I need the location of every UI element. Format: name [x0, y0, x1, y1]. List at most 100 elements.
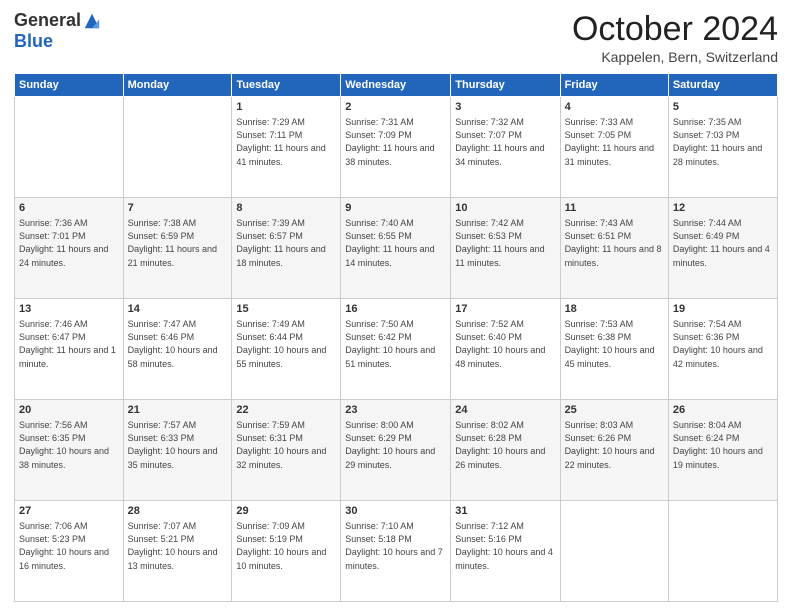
day-cell-3-3: 23Sunrise: 8:00 AM Sunset: 6:29 PM Dayli… — [341, 400, 451, 501]
day-info: Sunrise: 7:54 AM Sunset: 6:36 PM Dayligh… — [673, 318, 773, 370]
day-info: Sunrise: 7:49 AM Sunset: 6:44 PM Dayligh… — [236, 318, 336, 370]
day-cell-1-6: 12Sunrise: 7:44 AM Sunset: 6:49 PM Dayli… — [668, 198, 777, 299]
day-number: 19 — [673, 302, 773, 317]
header: General Blue October 2024 Kappelen, Bern… — [14, 10, 778, 65]
day-info: Sunrise: 7:56 AM Sunset: 6:35 PM Dayligh… — [19, 419, 119, 471]
day-cell-4-6 — [668, 501, 777, 602]
day-number: 8 — [236, 201, 336, 216]
week-row-5: 27Sunrise: 7:06 AM Sunset: 5:23 PM Dayli… — [15, 501, 778, 602]
logo-blue-text: Blue — [14, 31, 53, 52]
day-cell-0-1 — [123, 97, 232, 198]
day-info: Sunrise: 7:32 AM Sunset: 7:07 PM Dayligh… — [455, 116, 555, 168]
header-tuesday: Tuesday — [232, 74, 341, 97]
day-cell-3-5: 25Sunrise: 8:03 AM Sunset: 6:26 PM Dayli… — [560, 400, 668, 501]
day-cell-4-0: 27Sunrise: 7:06 AM Sunset: 5:23 PM Dayli… — [15, 501, 124, 602]
day-number: 6 — [19, 201, 119, 216]
day-cell-0-2: 1Sunrise: 7:29 AM Sunset: 7:11 PM Daylig… — [232, 97, 341, 198]
logo: General Blue — [14, 10, 101, 52]
day-number: 14 — [128, 302, 228, 317]
header-sunday: Sunday — [15, 74, 124, 97]
day-number: 20 — [19, 403, 119, 418]
day-number: 16 — [345, 302, 446, 317]
day-number: 15 — [236, 302, 336, 317]
day-cell-0-6: 5Sunrise: 7:35 AM Sunset: 7:03 PM Daylig… — [668, 97, 777, 198]
week-row-4: 20Sunrise: 7:56 AM Sunset: 6:35 PM Dayli… — [15, 400, 778, 501]
day-info: Sunrise: 7:44 AM Sunset: 6:49 PM Dayligh… — [673, 217, 773, 269]
day-cell-2-6: 19Sunrise: 7:54 AM Sunset: 6:36 PM Dayli… — [668, 299, 777, 400]
day-info: Sunrise: 7:35 AM Sunset: 7:03 PM Dayligh… — [673, 116, 773, 168]
day-cell-2-5: 18Sunrise: 7:53 AM Sunset: 6:38 PM Dayli… — [560, 299, 668, 400]
day-info: Sunrise: 7:33 AM Sunset: 7:05 PM Dayligh… — [565, 116, 664, 168]
day-cell-1-4: 10Sunrise: 7:42 AM Sunset: 6:53 PM Dayli… — [451, 198, 560, 299]
day-cell-3-1: 21Sunrise: 7:57 AM Sunset: 6:33 PM Dayli… — [123, 400, 232, 501]
header-friday: Friday — [560, 74, 668, 97]
day-number: 11 — [565, 201, 664, 216]
day-cell-3-0: 20Sunrise: 7:56 AM Sunset: 6:35 PM Dayli… — [15, 400, 124, 501]
header-thursday: Thursday — [451, 74, 560, 97]
day-number: 25 — [565, 403, 664, 418]
day-cell-4-5 — [560, 501, 668, 602]
day-info: Sunrise: 7:09 AM Sunset: 5:19 PM Dayligh… — [236, 520, 336, 572]
day-info: Sunrise: 7:42 AM Sunset: 6:53 PM Dayligh… — [455, 217, 555, 269]
day-info: Sunrise: 7:46 AM Sunset: 6:47 PM Dayligh… — [19, 318, 119, 370]
day-number: 31 — [455, 504, 555, 519]
day-info: Sunrise: 7:10 AM Sunset: 5:18 PM Dayligh… — [345, 520, 446, 572]
day-cell-1-2: 8Sunrise: 7:39 AM Sunset: 6:57 PM Daylig… — [232, 198, 341, 299]
day-info: Sunrise: 7:50 AM Sunset: 6:42 PM Dayligh… — [345, 318, 446, 370]
day-info: Sunrise: 7:39 AM Sunset: 6:57 PM Dayligh… — [236, 217, 336, 269]
day-number: 10 — [455, 201, 555, 216]
day-number: 30 — [345, 504, 446, 519]
day-number: 7 — [128, 201, 228, 216]
day-cell-2-0: 13Sunrise: 7:46 AM Sunset: 6:47 PM Dayli… — [15, 299, 124, 400]
day-number: 24 — [455, 403, 555, 418]
day-info: Sunrise: 7:31 AM Sunset: 7:09 PM Dayligh… — [345, 116, 446, 168]
day-number: 17 — [455, 302, 555, 317]
location-title: Kappelen, Bern, Switzerland — [572, 49, 778, 65]
day-cell-3-2: 22Sunrise: 7:59 AM Sunset: 6:31 PM Dayli… — [232, 400, 341, 501]
day-number: 3 — [455, 100, 555, 115]
day-cell-4-4: 31Sunrise: 7:12 AM Sunset: 5:16 PM Dayli… — [451, 501, 560, 602]
day-info: Sunrise: 8:02 AM Sunset: 6:28 PM Dayligh… — [455, 419, 555, 471]
day-number: 26 — [673, 403, 773, 418]
day-number: 1 — [236, 100, 336, 115]
day-info: Sunrise: 7:47 AM Sunset: 6:46 PM Dayligh… — [128, 318, 228, 370]
day-number: 27 — [19, 504, 119, 519]
day-number: 21 — [128, 403, 228, 418]
day-info: Sunrise: 7:36 AM Sunset: 7:01 PM Dayligh… — [19, 217, 119, 269]
day-info: Sunrise: 8:00 AM Sunset: 6:29 PM Dayligh… — [345, 419, 446, 471]
day-info: Sunrise: 7:12 AM Sunset: 5:16 PM Dayligh… — [455, 520, 555, 572]
day-info: Sunrise: 8:03 AM Sunset: 6:26 PM Dayligh… — [565, 419, 664, 471]
day-info: Sunrise: 7:43 AM Sunset: 6:51 PM Dayligh… — [565, 217, 664, 269]
day-number: 9 — [345, 201, 446, 216]
day-info: Sunrise: 7:52 AM Sunset: 6:40 PM Dayligh… — [455, 318, 555, 370]
logo-icon — [83, 12, 101, 30]
day-cell-3-4: 24Sunrise: 8:02 AM Sunset: 6:28 PM Dayli… — [451, 400, 560, 501]
day-number: 4 — [565, 100, 664, 115]
day-cell-1-3: 9Sunrise: 7:40 AM Sunset: 6:55 PM Daylig… — [341, 198, 451, 299]
day-cell-2-4: 17Sunrise: 7:52 AM Sunset: 6:40 PM Dayli… — [451, 299, 560, 400]
week-row-3: 13Sunrise: 7:46 AM Sunset: 6:47 PM Dayli… — [15, 299, 778, 400]
day-number: 2 — [345, 100, 446, 115]
weekday-header-row: Sunday Monday Tuesday Wednesday Thursday… — [15, 74, 778, 97]
day-cell-0-0 — [15, 97, 124, 198]
day-number: 22 — [236, 403, 336, 418]
day-info: Sunrise: 7:53 AM Sunset: 6:38 PM Dayligh… — [565, 318, 664, 370]
day-cell-1-0: 6Sunrise: 7:36 AM Sunset: 7:01 PM Daylig… — [15, 198, 124, 299]
day-info: Sunrise: 7:40 AM Sunset: 6:55 PM Dayligh… — [345, 217, 446, 269]
day-number: 28 — [128, 504, 228, 519]
day-cell-1-1: 7Sunrise: 7:38 AM Sunset: 6:59 PM Daylig… — [123, 198, 232, 299]
day-info: Sunrise: 7:59 AM Sunset: 6:31 PM Dayligh… — [236, 419, 336, 471]
day-number: 12 — [673, 201, 773, 216]
header-wednesday: Wednesday — [341, 74, 451, 97]
day-number: 23 — [345, 403, 446, 418]
day-info: Sunrise: 7:29 AM Sunset: 7:11 PM Dayligh… — [236, 116, 336, 168]
header-monday: Monday — [123, 74, 232, 97]
logo-general-text: General — [14, 10, 81, 31]
month-title: October 2024 — [572, 10, 778, 49]
day-cell-4-1: 28Sunrise: 7:07 AM Sunset: 5:21 PM Dayli… — [123, 501, 232, 602]
day-cell-4-3: 30Sunrise: 7:10 AM Sunset: 5:18 PM Dayli… — [341, 501, 451, 602]
day-number: 18 — [565, 302, 664, 317]
day-cell-0-4: 3Sunrise: 7:32 AM Sunset: 7:07 PM Daylig… — [451, 97, 560, 198]
header-saturday: Saturday — [668, 74, 777, 97]
day-info: Sunrise: 8:04 AM Sunset: 6:24 PM Dayligh… — [673, 419, 773, 471]
